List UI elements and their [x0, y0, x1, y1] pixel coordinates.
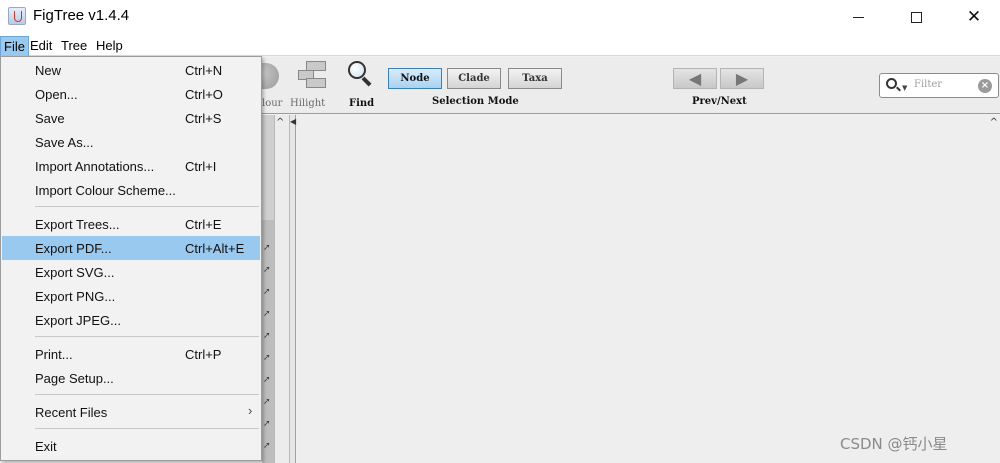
menu-item-label: Export Trees... — [35, 217, 120, 232]
find-label: Find — [349, 98, 375, 109]
collapse-left-icon[interactable]: ◀ — [290, 117, 296, 126]
colour-icon[interactable] — [262, 63, 279, 89]
menu-tree[interactable]: Tree — [61, 38, 87, 53]
menu-item-shortcut: Ctrl+S — [185, 111, 222, 126]
menu-item-label: Page Setup... — [35, 371, 114, 386]
menu-item-export-png[interactable]: Export PNG... — [2, 284, 260, 308]
tree-canvas[interactable]: ^ — [297, 115, 1000, 463]
menu-item-shortcut: Ctrl+E — [185, 217, 222, 232]
menu-item-recent-files[interactable]: Recent Files › — [2, 400, 260, 424]
menu-item-shortcut: Ctrl+Alt+E — [185, 241, 245, 256]
next-button[interactable]: ▶ — [720, 68, 764, 89]
window-title: FigTree v1.4.4 — [33, 7, 130, 24]
menu-separator — [35, 428, 259, 429]
minimize-button[interactable] — [835, 0, 881, 34]
menu-item-label: Import Annotations... — [35, 159, 155, 174]
menu-separator — [35, 206, 259, 207]
chevron-down-icon: ▼ — [902, 84, 908, 92]
pin-icon: ➚ — [263, 375, 271, 385]
menu-item-label: Print... — [35, 347, 73, 362]
menu-item-exit[interactable]: Exit — [2, 434, 260, 458]
maximize-button[interactable] — [893, 0, 939, 34]
menu-item-open[interactable]: Open... Ctrl+O — [2, 82, 260, 106]
pin-icon: ➚ — [263, 331, 271, 341]
file-menu-dropdown: New Ctrl+N Open... Ctrl+O Save Ctrl+S Sa… — [0, 56, 262, 461]
close-icon: ✕ — [966, 7, 982, 27]
maximize-icon — [910, 11, 922, 23]
menu-item-label: Export PDF... — [35, 241, 112, 256]
arrow-left-icon: ◀ — [688, 69, 702, 88]
toolbar: lour Hilight Find Node Clade Taxa Select… — [262, 57, 1000, 114]
menu-item-shortcut: Ctrl+P — [185, 347, 222, 362]
menu-help[interactable]: Help — [96, 38, 123, 53]
pin-icon: ➚ — [263, 397, 271, 407]
scroll-up-icon[interactable]: ^ — [990, 117, 998, 128]
menu-item-export-jpeg[interactable]: Export JPEG... — [2, 308, 260, 332]
minimize-icon — [852, 16, 864, 18]
menu-file[interactable]: File — [0, 36, 29, 57]
filter-placeholder: Filter — [914, 79, 943, 90]
search-icon — [886, 78, 897, 89]
menu-item-label: Export PNG... — [35, 289, 116, 304]
pin-icon: ➚ — [263, 353, 271, 363]
menu-item-shortcut: Ctrl+N — [185, 63, 223, 78]
menu-item-label: Export JPEG... — [35, 313, 121, 328]
menu-item-label: Exit — [35, 439, 57, 454]
menu-item-label: Recent Files — [35, 405, 108, 420]
pin-icon: ➚ — [263, 309, 271, 319]
arrow-right-icon: ▶ — [735, 69, 749, 88]
menu-item-save[interactable]: Save Ctrl+S — [2, 106, 260, 130]
side-panel: ^ ➚ ➚ ➚ ➚ ➚ ➚ ➚ ➚ ➚ ➚ — [262, 115, 290, 463]
menu-item-shortcut: Ctrl+I — [185, 159, 217, 174]
selection-mode-taxa[interactable]: Taxa — [508, 68, 562, 89]
menu-item-export-pdf[interactable]: Export PDF... Ctrl+Alt+E — [2, 236, 260, 260]
chevron-right-icon: › — [248, 403, 253, 418]
selection-mode-node[interactable]: Node — [388, 68, 442, 89]
menu-item-save-as[interactable]: Save As... — [2, 130, 260, 154]
pin-icon: ➚ — [263, 243, 271, 253]
menu-item-import-annotations[interactable]: Import Annotations... Ctrl+I — [2, 154, 260, 178]
menu-item-label: Open... — [35, 87, 78, 102]
menu-item-label: Export SVG... — [35, 265, 115, 280]
selection-mode-label: Selection Mode — [432, 96, 519, 107]
menu-item-label: New — [35, 63, 62, 78]
close-button[interactable]: ✕ — [951, 0, 997, 34]
menu-edit[interactable]: Edit — [30, 38, 52, 53]
menu-item-export-svg[interactable]: Export SVG... — [2, 260, 260, 284]
menu-item-print[interactable]: Print... Ctrl+P — [2, 342, 260, 366]
pin-icon: ➚ — [263, 287, 271, 297]
title-bar: FigTree v1.4.4 ✕ — [0, 0, 1000, 34]
menu-bar: File Edit Tree Help — [0, 34, 1000, 57]
menu-item-label: Save — [35, 111, 65, 126]
java-app-icon — [8, 7, 26, 25]
find-icon[interactable] — [348, 61, 374, 87]
pin-icon: ➚ — [263, 441, 271, 451]
menu-separator — [35, 336, 259, 337]
hilight-icon[interactable] — [298, 61, 328, 89]
menu-item-shortcut: Ctrl+O — [185, 87, 223, 102]
pin-icon: ➚ — [263, 265, 271, 275]
menu-separator — [35, 394, 259, 395]
menu-item-export-trees[interactable]: Export Trees... Ctrl+E — [2, 212, 260, 236]
colour-label: lour — [262, 98, 283, 109]
filter-input[interactable]: ▼ Filter × — [879, 73, 999, 98]
hilight-label: Hilight — [290, 98, 326, 109]
watermark: CSDN @钙小星 — [840, 435, 948, 453]
prev-button[interactable]: ◀ — [673, 68, 717, 89]
scroll-up-icon[interactable]: ^ — [276, 117, 284, 128]
menu-item-new[interactable]: New Ctrl+N — [2, 58, 260, 82]
selection-mode-clade[interactable]: Clade — [447, 68, 501, 89]
clear-icon[interactable]: × — [978, 79, 992, 93]
side-panel-scrollbar[interactable] — [274, 115, 290, 463]
menu-item-page-setup[interactable]: Page Setup... — [2, 366, 260, 390]
prev-next-label: Prev/Next — [692, 96, 747, 107]
menu-item-label: Import Colour Scheme... — [35, 183, 176, 198]
pin-icon: ➚ — [263, 419, 271, 429]
panel-splitter[interactable]: ◀ — [290, 115, 296, 463]
menu-item-import-colour-scheme[interactable]: Import Colour Scheme... — [2, 178, 260, 202]
menu-item-label: Save As... — [35, 135, 94, 150]
